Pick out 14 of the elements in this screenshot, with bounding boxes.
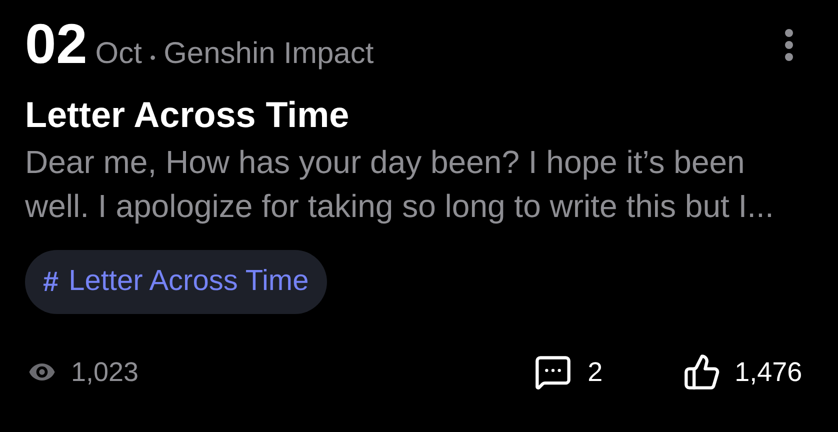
- like-button[interactable]: 1,476: [682, 352, 802, 392]
- vertical-dots-icon: [785, 29, 793, 61]
- more-options-button[interactable]: [785, 29, 793, 61]
- post-title[interactable]: Letter Across Time: [25, 94, 813, 136]
- comment-icon: [534, 353, 572, 392]
- view-count: 1,023: [71, 356, 139, 389]
- date-month: Oct: [95, 36, 142, 72]
- game-name: Genshin Impact: [164, 36, 374, 72]
- separator-dot: •: [150, 49, 156, 69]
- post-excerpt: Dear me, How has your day been? I hope it’s been well. I apologize for taking so long to write this but I...: [25, 143, 775, 226]
- thumbs-up-icon: [682, 353, 721, 392]
- topic-tag[interactable]: # Letter Across Time: [25, 250, 327, 314]
- date-day: 02: [25, 14, 88, 74]
- comment-button[interactable]: 2: [534, 352, 603, 392]
